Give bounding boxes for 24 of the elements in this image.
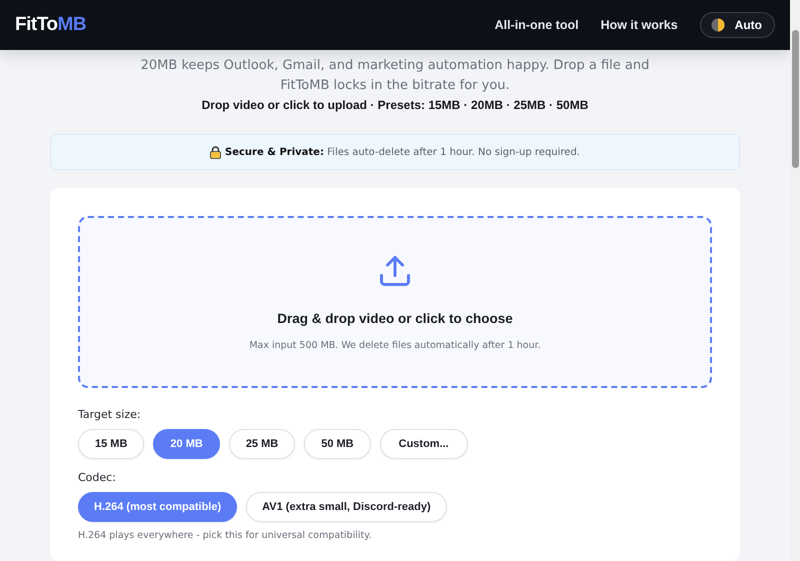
nav-link[interactable]: All-in-one tool: [494, 18, 579, 32]
dropzone-title: Drag & drop video or click to choose: [277, 311, 513, 326]
nav-link[interactable]: How it works: [600, 18, 678, 32]
size-option[interactable]: 50 MB: [304, 429, 371, 459]
target-size-label: Target size:: [78, 408, 142, 421]
logo[interactable]: FitToMB: [15, 14, 495, 36]
codec-option[interactable]: H.264 (most compatible): [78, 492, 238, 522]
dropzone[interactable]: Drag & drop video or click to choose Max input 500 MB. We delete files automatically after 1 hour.: [78, 216, 712, 388]
intro-text: 20MB keeps Outlook, Gmail, and marketing automation happy. Drop a file and FitToMB locks in the bitrate for you.: [140, 57, 650, 95]
size-option[interactable]: 20 MB: [153, 429, 220, 459]
dropzone-subtitle: Max input 500 MB. We delete files automatically after 1 hour.: [249, 340, 541, 351]
size-option[interactable]: 15 MB: [78, 429, 144, 459]
size-option[interactable]: 25 MB: [228, 429, 296, 459]
upload-icon: [377, 253, 413, 289]
lock-icon: [210, 146, 222, 158]
half-moon-icon: [710, 18, 725, 32]
codec-label: Codec:: [78, 471, 117, 484]
size-option[interactable]: Custom...: [380, 429, 468, 459]
notice-text: Secure & Private: Files auto-delete after 1 hour. No sign-up required.: [225, 146, 580, 158]
codec-hint: H.264 plays everywhere - pick this for universal compatibility.: [78, 530, 373, 541]
upload-hint: Drop video or click to upload · Presets: 15MB · 20MB · 25MB · 50MB: [200, 98, 590, 112]
scrollbar[interactable]: [792, 30, 798, 168]
theme-button[interactable]: Auto: [700, 12, 775, 38]
codec-option[interactable]: AV1 (extra small, Discord-ready): [246, 492, 447, 522]
